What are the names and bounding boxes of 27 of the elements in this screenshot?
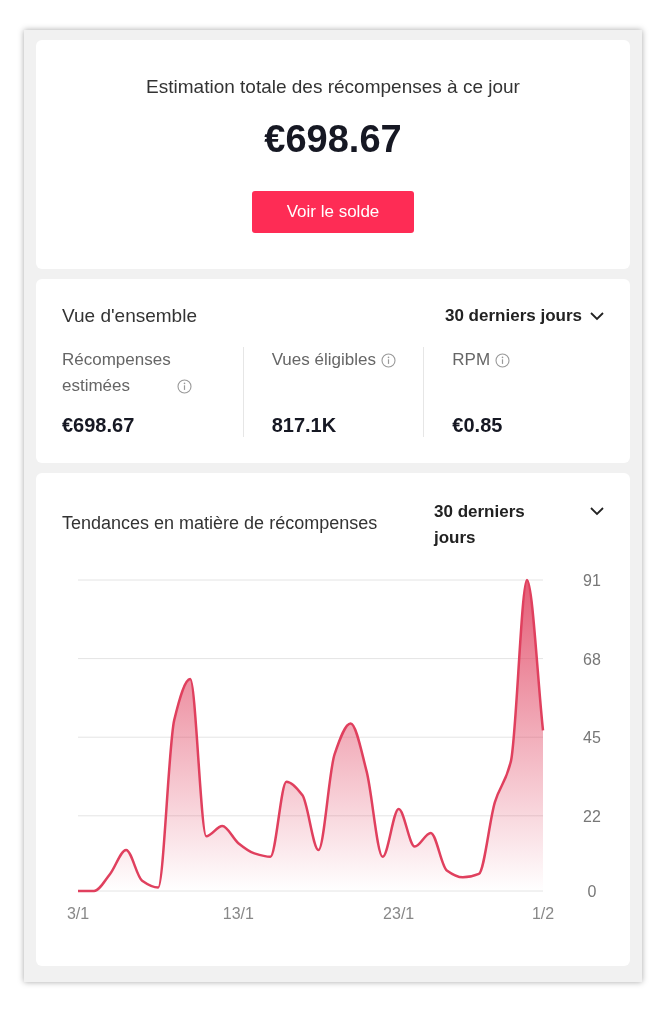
info-icon (495, 353, 511, 368)
metric-label: Vues éligibles (271, 349, 376, 371)
y-axis-label: 45 (583, 729, 601, 747)
metric-label: RPM (452, 349, 491, 371)
info-icon (380, 353, 396, 368)
x-axis-label: 3/1 (66, 905, 90, 922)
x-axis-label: 1/2 (531, 905, 555, 922)
metric-label: Récompenses estimées (62, 349, 172, 397)
metric-value: €0.85 (452, 414, 504, 437)
chevron-down-icon (590, 507, 604, 516)
x-axis-label: 13/1 (222, 905, 254, 922)
balance-button[interactable]: Voir le solde (252, 191, 414, 233)
period-dropdown[interactable]: 30 derniers jours (434, 499, 604, 551)
y-axis-label: 22 (583, 807, 601, 825)
metric-value: 817.1K (271, 414, 338, 437)
card-title: Estimation totale des récompenses à ce jour (146, 76, 520, 98)
section-title: Tendances en matière de récompenses (62, 513, 378, 534)
y-axis-label: 0 (587, 883, 597, 900)
section-title: Vue d'ensemble (62, 305, 197, 327)
period-dropdown[interactable]: 30 derniers jours (445, 306, 604, 326)
x-axis-label: 23/1 (383, 905, 415, 922)
y-axis-label: 91 (583, 572, 601, 589)
metric-value: €698.67 (62, 414, 136, 437)
chevron-down-icon (590, 311, 604, 321)
info-icon (177, 379, 192, 394)
y-axis-label: 68 (583, 650, 601, 668)
total-amount: €698.67 (264, 118, 402, 161)
